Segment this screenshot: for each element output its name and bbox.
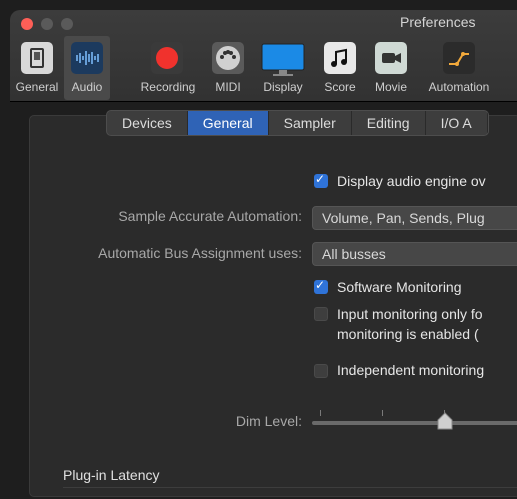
tab-sampler[interactable]: Sampler: [269, 111, 352, 135]
toolbar: Preferences General Audio Recording MIDI…: [10, 10, 517, 102]
toolbar-item-audio[interactable]: Audio: [64, 36, 110, 100]
input-monitoring-checkbox[interactable]: [314, 307, 328, 321]
dim-level-slider[interactable]: [312, 421, 517, 425]
slider-tick: [382, 410, 383, 416]
toolbar-item-score[interactable]: Score: [319, 36, 361, 100]
minimize-button[interactable]: [41, 18, 53, 30]
tab-io-assignments[interactable]: I/O A: [426, 111, 488, 135]
toolbar-item-general[interactable]: General: [12, 36, 62, 100]
toolbar-label: General: [15, 80, 59, 94]
toolbar-item-recording[interactable]: Recording: [133, 36, 203, 100]
automation-curve-icon: [443, 42, 475, 74]
audio-waveform-icon: [71, 42, 103, 74]
tab-devices[interactable]: Devices: [107, 111, 188, 135]
input-monitoring-label-line1: Input monitoring only fo: [337, 306, 483, 322]
slider-tick: [320, 410, 321, 416]
input-monitoring-label-line2: monitoring is enabled (: [337, 326, 479, 342]
independent-monitoring-label: Independent monitoring: [337, 362, 485, 378]
window-title: Preferences: [400, 14, 476, 30]
plugin-latency-title: Plug-in Latency: [63, 467, 160, 483]
display-audio-engine-label: Display audio engine ov: [337, 173, 486, 189]
dim-level-slider-knob[interactable]: [437, 412, 453, 430]
score-note-icon: [324, 42, 356, 74]
movie-camera-icon: [375, 42, 407, 74]
sample-accurate-automation-popup[interactable]: Volume, Pan, Sends, Plug: [312, 206, 517, 230]
toolbar-label: Recording: [140, 80, 196, 94]
display-audio-engine-checkbox[interactable]: [314, 172, 328, 188]
automatic-bus-assignment-label: Automatic Bus Assignment uses:: [98, 245, 302, 261]
toolbar-item-movie[interactable]: Movie: [368, 36, 414, 100]
toolbar-label: Movie: [374, 80, 407, 94]
record-icon: [151, 42, 183, 74]
automatic-bus-assignment-popup[interactable]: All busses: [312, 242, 517, 266]
toolbar-label: Audio: [71, 80, 103, 94]
sample-accurate-automation-label: Sample Accurate Automation:: [118, 208, 302, 224]
toolbar-item-automation[interactable]: Automation: [420, 36, 498, 100]
tab-general[interactable]: General: [187, 111, 269, 135]
toolbar-label: Score: [324, 80, 356, 94]
toolbar-item-midi[interactable]: MIDI: [210, 36, 246, 100]
toolbar-label: Display: [263, 80, 303, 94]
display-monitor-icon: [261, 42, 305, 76]
tab-editing[interactable]: Editing: [352, 111, 426, 135]
tab-bar: Devices General Sampler Editing I/O A: [106, 110, 489, 136]
software-monitoring-checkbox[interactable]: [314, 278, 328, 294]
software-monitoring-label: Software Monitoring: [337, 279, 462, 295]
general-switch-icon: [21, 42, 53, 74]
toolbar-label: MIDI: [215, 80, 241, 94]
dim-level-label: Dim Level:: [235, 413, 302, 429]
midi-connector-icon: [212, 42, 244, 74]
section-divider: [63, 487, 517, 488]
independent-monitoring-checkbox[interactable]: [314, 364, 328, 378]
close-button[interactable]: [21, 18, 33, 30]
toolbar-item-display[interactable]: Display: [257, 36, 309, 100]
zoom-button[interactable]: [61, 18, 73, 30]
toolbar-label: Automation: [428, 80, 490, 94]
